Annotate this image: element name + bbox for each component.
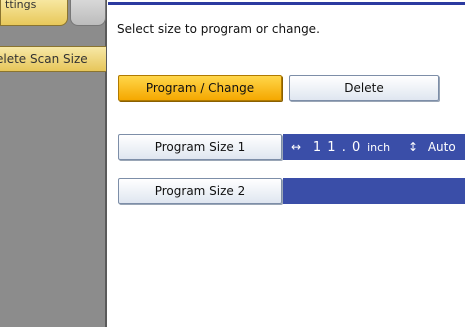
program-change-button[interactable]: Program / Change [118,75,282,101]
width-value: 1 1 . 0 [312,140,362,155]
width-unit: inch [367,141,391,154]
sidebar-item-delete-scan-size[interactable]: elete Scan Size [0,46,106,72]
width-arrow-icon: ↔ [291,140,302,154]
program-size-1-value: ↔ 1 1 . 0 inch ↕ Auto [283,134,465,160]
program-size-1-button[interactable]: Program Size 1 [118,134,282,160]
instruction-text: Select size to program or change. [117,22,320,36]
height-value: Auto [427,140,456,154]
sidebar-item-label: elete Scan Size [0,52,88,66]
settings-tab-label: ttings [5,0,37,11]
program-size-2-button[interactable]: Program Size 2 [118,178,282,204]
height-arrow-icon: ↕ [407,140,419,154]
delete-button[interactable]: Delete [289,75,439,101]
settings-tab[interactable]: ttings [0,0,68,26]
program-size-2-value [283,178,465,204]
header-divider [108,2,465,5]
secondary-tab[interactable] [70,0,106,26]
